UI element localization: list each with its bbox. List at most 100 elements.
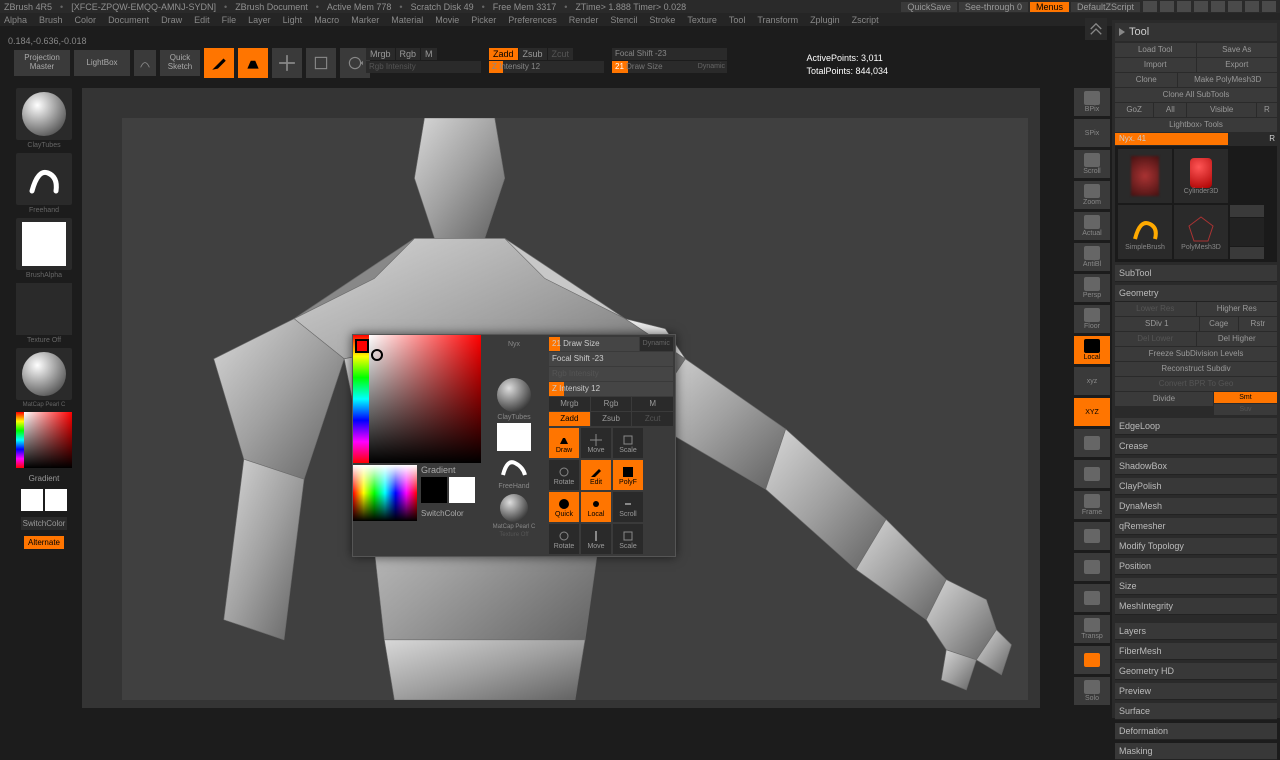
thumb-scroll-down[interactable] — [1230, 247, 1264, 259]
popup-gradient-label[interactable]: Gradient — [421, 465, 456, 475]
popup-scale-button[interactable]: Scale — [613, 428, 643, 458]
menu-item[interactable]: Material — [391, 15, 423, 25]
load-tool-button[interactable]: Load Tool — [1115, 43, 1196, 57]
divide-button[interactable]: Divide — [1115, 392, 1213, 406]
maximize-button[interactable] — [1245, 1, 1259, 12]
antibl-button[interactable]: AntiBl — [1074, 243, 1110, 271]
popup-rotate-button[interactable]: Rotate — [549, 460, 579, 490]
fibermesh-section[interactable]: FiberMesh — [1115, 643, 1277, 660]
crease-section[interactable]: Crease — [1115, 438, 1277, 455]
freeze-subdiv-button[interactable]: Freeze SubDivision Levels — [1115, 347, 1277, 361]
bpix-button[interactable]: BPix — [1074, 88, 1110, 116]
geometryhd-section[interactable]: Geometry HD — [1115, 663, 1277, 680]
popup-rgb-intensity-slider[interactable]: Rgb Intensity — [549, 367, 673, 381]
reconstruct-subdiv-button[interactable]: Reconstruct Subdiv — [1115, 362, 1277, 376]
shadowbox-section[interactable]: ShadowBox — [1115, 458, 1277, 475]
nav-button[interactable] — [1074, 553, 1110, 581]
menu-item[interactable]: Texture — [687, 15, 717, 25]
popup-white-swatch[interactable] — [449, 477, 475, 503]
alpha-thumb[interactable] — [16, 218, 72, 270]
popup-mrgb-toggle[interactable]: Mrgb — [549, 397, 590, 411]
edgeloop-section[interactable]: EdgeLoop — [1115, 418, 1277, 435]
lower-res-button[interactable]: Lower Res — [1115, 302, 1196, 316]
masking-section[interactable]: Masking — [1115, 743, 1277, 760]
convert-bpr-button[interactable]: Convert BPR To Geo — [1115, 377, 1277, 391]
meshintegrity-section[interactable]: MeshIntegrity — [1115, 598, 1277, 615]
deformation-section[interactable]: Deformation — [1115, 723, 1277, 740]
zoom-button[interactable]: Zoom — [1074, 181, 1110, 209]
popup-material-sphere[interactable] — [497, 378, 531, 412]
popup-dynamic-toggle[interactable]: Dynamic — [640, 337, 673, 351]
popup-quick-button[interactable]: Quick — [549, 492, 579, 522]
alternate-button[interactable]: Alternate — [24, 536, 64, 549]
popup-hue-strip[interactable] — [353, 335, 369, 463]
menu-item[interactable]: Zplugin — [810, 15, 840, 25]
popup-polyf-button[interactable]: PolyF — [613, 460, 643, 490]
tool-header[interactable]: Tool — [1115, 23, 1277, 41]
quick-sketch-button[interactable]: Quick Sketch — [160, 50, 200, 76]
lightbox-tools-button[interactable]: Lightbox› Tools — [1115, 118, 1277, 132]
menu-item[interactable]: Draw — [161, 15, 182, 25]
gradient-label[interactable]: Gradient — [29, 474, 60, 483]
nav-button[interactable] — [1074, 646, 1110, 674]
menu-item[interactable]: Layer — [248, 15, 271, 25]
thumb-scroll-up[interactable] — [1230, 205, 1264, 217]
persp-button[interactable]: Persp — [1074, 274, 1110, 302]
xyz-lower-button[interactable]: xyz — [1074, 367, 1110, 395]
popup-zsub-toggle[interactable]: Zsub — [591, 412, 632, 426]
scroll-button[interactable]: Scroll — [1074, 150, 1110, 178]
zcut-toggle[interactable]: Zcut — [548, 48, 574, 60]
popup-draw-button[interactable]: Draw — [549, 428, 579, 458]
clone-button[interactable]: Clone — [1115, 73, 1177, 87]
suv-toggle[interactable]: Suv — [1214, 404, 1277, 415]
popup-brush-icon[interactable] — [497, 453, 531, 481]
quicksave-button[interactable]: QuickSave — [901, 2, 957, 12]
m-toggle[interactable]: M — [421, 48, 437, 60]
size-section[interactable]: Size — [1115, 578, 1277, 595]
popup-zcut-toggle[interactable]: Zcut — [632, 412, 673, 426]
surface-section[interactable]: Surface — [1115, 703, 1277, 720]
window-button[interactable] — [1211, 1, 1225, 12]
position-section[interactable]: Position — [1115, 558, 1277, 575]
popup-material-sphere2[interactable] — [500, 494, 528, 522]
mrgb-toggle[interactable]: Mrgb — [366, 48, 395, 60]
popup-draw-size-slider[interactable]: 21 Draw Size — [549, 337, 639, 351]
menu-item[interactable]: Preferences — [508, 15, 557, 25]
edit-button[interactable] — [204, 48, 234, 78]
del-lower-button[interactable]: Del Lower — [1115, 332, 1196, 346]
menu-item[interactable]: Zscript — [852, 15, 879, 25]
nav-button[interactable] — [1074, 584, 1110, 612]
window-button[interactable] — [1160, 1, 1174, 12]
nyx-slider[interactable]: Nyx. 41R — [1115, 133, 1277, 145]
goz-visible-button[interactable]: Visible — [1187, 103, 1255, 117]
nav-button[interactable] — [1074, 429, 1110, 457]
menu-item[interactable]: Stroke — [649, 15, 675, 25]
popup-m-toggle[interactable]: M — [632, 397, 673, 411]
popup-z-intensity-slider[interactable]: Z Intensity 12 — [549, 382, 673, 396]
qremesher-section[interactable]: qRemesher — [1115, 518, 1277, 535]
popup-rgb-toggle[interactable]: Rgb — [591, 397, 632, 411]
menu-item[interactable]: Document — [108, 15, 149, 25]
sdiv-slider[interactable]: SDiv 1 — [1115, 317, 1199, 331]
make-polymesh3d-button[interactable]: Make PolyMesh3D — [1178, 73, 1277, 87]
rgb-toggle[interactable]: Rgb — [396, 48, 421, 60]
menu-item[interactable]: Macro — [314, 15, 339, 25]
tool-thumb[interactable]: SimpleBrush — [1118, 205, 1172, 259]
scale-button[interactable] — [306, 48, 336, 78]
z-intensity-slider[interactable]: Z Intensity 12 — [489, 61, 604, 73]
import-button[interactable]: Import — [1115, 58, 1196, 72]
claypolish-section[interactable]: ClayPolish — [1115, 478, 1277, 495]
popup-zadd-toggle[interactable]: Zadd — [549, 412, 590, 426]
menu-item[interactable]: Picker — [471, 15, 496, 25]
window-button[interactable] — [1194, 1, 1208, 12]
popup-sv-picker[interactable] — [369, 335, 481, 463]
menu-item[interactable]: Movie — [435, 15, 459, 25]
goz-button[interactable]: GoZ — [1115, 103, 1153, 117]
goz-all-button[interactable]: All — [1154, 103, 1186, 117]
del-higher-button[interactable]: Del Higher — [1197, 332, 1278, 346]
focal-shift-slider[interactable]: Focal Shift -23 — [612, 48, 727, 60]
popup-black-swatch[interactable] — [421, 477, 447, 503]
popup-local-button[interactable]: Local — [581, 492, 611, 522]
main-color-swatch[interactable] — [21, 489, 43, 511]
color-picker[interactable] — [16, 412, 72, 468]
